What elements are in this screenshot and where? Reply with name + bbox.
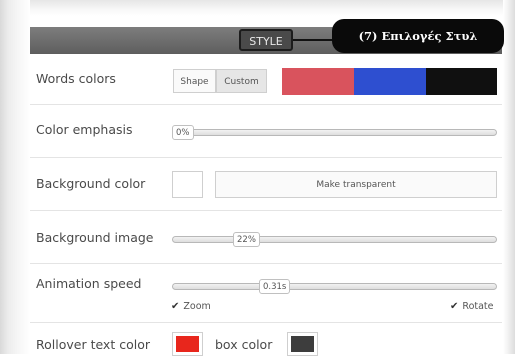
- panel-header: STYLE (7) Επιλογές Στυλ: [30, 19, 504, 54]
- rollover-text-color-label: Rollover text color: [36, 337, 150, 352]
- rollover-text-color-swatch[interactable]: [172, 332, 203, 356]
- make-transparent-button[interactable]: Make transparent: [215, 171, 497, 198]
- animation-speed-label: Animation speed: [36, 276, 142, 291]
- box-color-label: box color: [215, 337, 273, 352]
- row-background-color: Background color Make transparent: [30, 157, 502, 211]
- color-emphasis-slider[interactable]: [172, 129, 497, 136]
- color-emphasis-label: Color emphasis: [36, 122, 133, 137]
- words-colors-label: Words colors: [36, 71, 116, 86]
- animation-speed-slider[interactable]: [172, 283, 497, 290]
- paper-edge-top: [0, 0, 515, 16]
- background-image-slider[interactable]: [172, 236, 497, 243]
- row-background-image: Background image 22%: [30, 210, 502, 264]
- style-options-panel: STYLE (7) Επιλογές Στυλ Words colors Sha…: [30, 19, 504, 356]
- animation-speed-handle[interactable]: 0.31s: [259, 279, 291, 294]
- word-color-swatch-red[interactable]: [282, 68, 354, 95]
- zoom-checkbox[interactable]: ✔ Zoom: [171, 301, 211, 312]
- rotate-checkbox[interactable]: ✔ Rotate: [450, 301, 494, 312]
- row-words-colors: Words colors Shape Custom: [30, 54, 502, 105]
- row-rollover: Rollover text color box color: [30, 322, 502, 356]
- row-animation-speed: Animation speed 0.31s ✔ Zoom ✔ Rotate: [30, 263, 502, 323]
- callout-pointer: [293, 39, 333, 41]
- custom-mode-button[interactable]: Custom: [216, 69, 267, 93]
- background-image-handle[interactable]: 22%: [233, 232, 260, 247]
- shape-mode-button[interactable]: Shape: [173, 69, 216, 93]
- paper-edge-left: [0, 0, 30, 354]
- rollover-text-color-fill: [176, 336, 199, 352]
- color-emphasis-handle[interactable]: 0%: [172, 125, 194, 140]
- row-color-emphasis: Color emphasis 0%: [30, 104, 502, 158]
- paper-edge-right: [503, 0, 515, 354]
- background-color-swatch[interactable]: [172, 171, 203, 198]
- box-color-swatch[interactable]: [287, 332, 318, 356]
- box-color-fill: [291, 336, 314, 352]
- zoom-checkbox-label: Zoom: [183, 301, 211, 312]
- word-color-swatch-blue[interactable]: [354, 68, 426, 95]
- background-image-label: Background image: [36, 230, 154, 245]
- word-color-swatch-black[interactable]: [426, 68, 497, 95]
- tab-style[interactable]: STYLE: [239, 29, 293, 51]
- background-color-label: Background color: [36, 176, 146, 191]
- check-icon: ✔: [171, 301, 180, 312]
- check-icon: ✔: [450, 301, 459, 312]
- callout-annotation: (7) Επιλογές Στυλ: [332, 19, 504, 53]
- rotate-checkbox-label: Rotate: [462, 301, 494, 312]
